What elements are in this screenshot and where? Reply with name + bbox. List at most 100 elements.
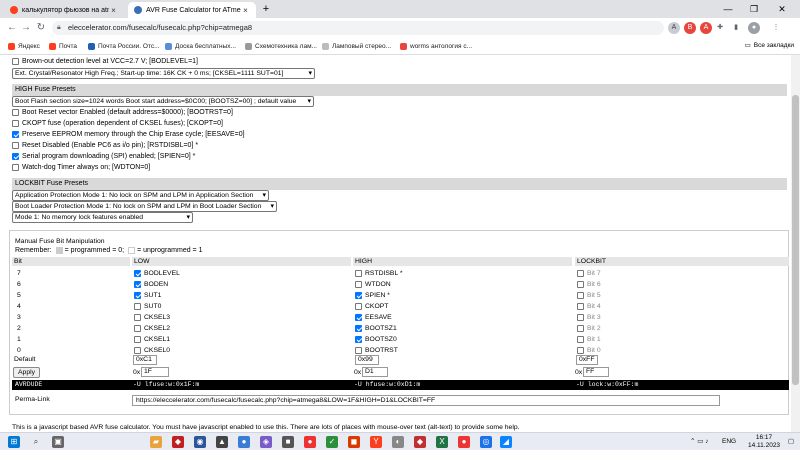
high-bit-checkbox[interactable] (355, 303, 362, 310)
lock-bit-checkbox[interactable] (577, 347, 584, 354)
high-bit-checkbox[interactable] (355, 292, 362, 299)
minimize-icon[interactable]: — (718, 2, 738, 16)
close-tab-icon[interactable]: × (241, 6, 250, 15)
app-icon[interactable]: ◉ (194, 436, 206, 448)
tray-icons[interactable]: ⌃ ▭ ♪ (690, 433, 708, 450)
low-bit-checkbox[interactable] (134, 292, 141, 299)
lock-bit-checkbox[interactable] (577, 336, 584, 343)
app-icon[interactable]: ● (304, 436, 316, 448)
language-indicator[interactable]: ENG (722, 433, 736, 450)
brownout-checkbox[interactable] (12, 58, 19, 65)
low-bit-checkbox[interactable] (134, 281, 141, 288)
high-bit-checkbox[interactable] (355, 347, 362, 354)
high-option-spien[interactable]: Serial program downloading (SPI) enabled… (12, 153, 195, 160)
low-bit-checkbox[interactable] (134, 325, 141, 332)
chrome-icon[interactable]: ◎ (480, 436, 492, 448)
lock-bit-checkbox[interactable] (577, 281, 584, 288)
lock-bit-checkbox[interactable] (577, 314, 584, 321)
bookmark-mail[interactable]: Почта (49, 41, 77, 52)
checkbox[interactable] (12, 120, 19, 127)
maximize-icon[interactable]: ❐ (744, 2, 764, 16)
app-icon[interactable]: ◈ (260, 436, 272, 448)
memory-lock-select[interactable]: Mode 1: No memory lock features enabled (12, 212, 193, 223)
checkbox[interactable] (12, 153, 19, 160)
tab-avr-fuse-calculator[interactable]: AVR Fuse Calculator for ATmega8 × (128, 2, 256, 18)
all-bookmarks[interactable]: ▭ Все закладки (745, 41, 794, 50)
translate-icon[interactable]: A (668, 22, 680, 34)
permalink-field[interactable]: https://eleccelerator.com/fusecalc/fusec… (132, 395, 720, 406)
apply-button[interactable]: Apply (13, 367, 41, 378)
low-bit-checkbox[interactable] (134, 303, 141, 310)
new-tab-button[interactable]: + (260, 3, 272, 15)
yandex-browser-icon[interactable]: Y (370, 436, 382, 448)
clock[interactable]: 16:17 14.11.2023 (748, 433, 780, 450)
file-explorer-icon[interactable]: ▰ (150, 436, 162, 448)
brownout-option[interactable]: Brown-out detection level at VCC=2.7 V; … (12, 58, 198, 65)
forward-icon[interactable]: → (20, 22, 32, 34)
high-bit-checkbox[interactable] (355, 270, 362, 277)
lock-value-input[interactable]: FF (583, 367, 609, 377)
app-icon[interactable]: ◢ (500, 436, 512, 448)
checkbox[interactable] (12, 142, 19, 149)
low-bit-checkbox[interactable] (134, 270, 141, 277)
high-bit-checkbox[interactable] (355, 281, 362, 288)
sidebar-icon[interactable]: ▮ (730, 22, 742, 34)
checkbox[interactable] (12, 109, 19, 116)
bookmark-tube-stereo[interactable]: Ламповый стерео... (322, 41, 391, 52)
high-value-input[interactable]: D1 (362, 367, 388, 377)
page-scrollbar[interactable] (791, 55, 800, 432)
low-bit-checkbox[interactable] (134, 314, 141, 321)
tab-fuse-calculator-search[interactable]: калькулятор фьюзов на atmega8 × (4, 2, 124, 18)
back-icon[interactable]: ← (6, 22, 18, 34)
scrollbar-thumb[interactable] (792, 95, 799, 385)
app-icon[interactable]: ● (238, 436, 250, 448)
high-option-rstdisbl[interactable]: Reset Disabled (Enable PC6 as i/o pin); … (12, 142, 198, 149)
lock-bit-checkbox[interactable] (577, 325, 584, 332)
notifications-icon[interactable]: ▢ (788, 433, 794, 450)
application-protection-select[interactable]: Application Protection Mode 1: No lock o… (12, 190, 269, 201)
high-option-ckopt[interactable]: CKOPT fuse (operation dependent of CKSEL… (12, 120, 223, 127)
high-option-bootrst[interactable]: Boot Reset vector Enabled (default addre… (12, 109, 233, 116)
search-icon[interactable]: ⌕ (30, 436, 42, 448)
task-view-icon[interactable]: ▣ (52, 436, 64, 448)
high-bit-checkbox[interactable] (355, 314, 362, 321)
lock-bit-checkbox[interactable] (577, 270, 584, 277)
bookmark-worms[interactable]: worms антология с... (400, 41, 472, 52)
boot-size-select[interactable]: Boot Flash section size=1024 words Boot … (12, 96, 314, 107)
app-icon[interactable]: ◼ (348, 436, 360, 448)
low-bit-checkbox[interactable] (134, 336, 141, 343)
clock-select[interactable]: Ext. Crystal/Resonator High Freq.; Start… (12, 68, 315, 79)
bookmark-yandex[interactable]: Яндекс (8, 41, 40, 52)
high-bit-checkbox[interactable] (355, 336, 362, 343)
app-icon[interactable]: ◆ (414, 436, 426, 448)
bookmark-russian-post[interactable]: Почта России. Отс... (88, 41, 160, 52)
app-icon[interactable]: ■ (282, 436, 294, 448)
close-tab-icon[interactable]: × (109, 6, 118, 15)
app-icon[interactable]: ◐ (392, 436, 404, 448)
high-option-wdton[interactable]: Watch-dog Timer always on; [WDTON=0] (12, 164, 150, 171)
high-option-eesave[interactable]: Preserve EEPROM memory through the Chip … (12, 131, 245, 138)
bootloader-protection-select[interactable]: Boot Loader Protection Mode 1: No lock o… (12, 201, 277, 212)
start-icon[interactable]: ⊞ (8, 436, 20, 448)
app-icon[interactable]: ▲ (216, 436, 228, 448)
low-bit-checkbox[interactable] (134, 347, 141, 354)
bookmark-tube-circuits[interactable]: Схемотехника лам... (245, 41, 317, 52)
menu-icon[interactable]: ⋮ (770, 22, 782, 34)
low-value-input[interactable]: 1F (141, 367, 169, 377)
checkbox[interactable] (12, 131, 19, 138)
close-window-icon[interactable]: ✕ (772, 2, 792, 16)
reload-icon[interactable]: ↻ (35, 22, 47, 34)
app-icon[interactable]: ✓ (326, 436, 338, 448)
app-icon[interactable]: X (436, 436, 448, 448)
extensions-icon[interactable]: ✚ (714, 22, 726, 34)
lock-bit-checkbox[interactable] (577, 303, 584, 310)
checkbox[interactable] (12, 164, 19, 171)
app-icon[interactable]: ◆ (172, 436, 184, 448)
high-bit-checkbox[interactable] (355, 325, 362, 332)
app-icon[interactable]: ● (458, 436, 470, 448)
lock-bit-checkbox[interactable] (577, 292, 584, 299)
bookmark-free-board[interactable]: Доска бесплатных... (165, 41, 236, 52)
adblock-icon[interactable]: A (700, 22, 712, 34)
profile-avatar[interactable]: ● (748, 22, 760, 34)
lock-icon[interactable]: 🔒︎ (57, 21, 61, 35)
